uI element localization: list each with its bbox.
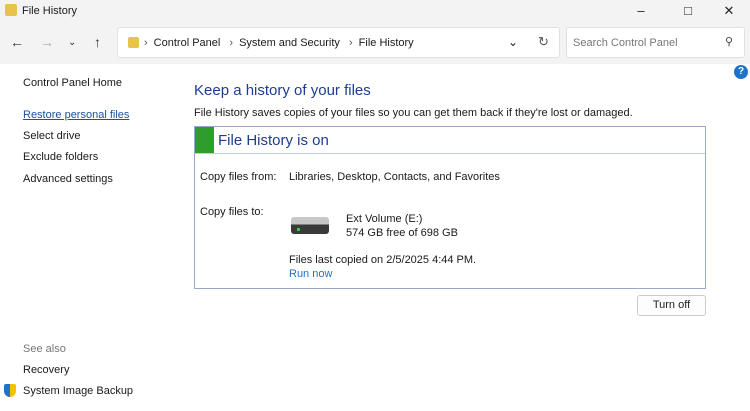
- recent-locations-chevron-icon[interactable]: ⌄: [68, 37, 76, 48]
- window-title: File History: [22, 5, 78, 17]
- title-bar: File History – □ ✕: [0, 0, 750, 22]
- status-indicator: [195, 127, 214, 153]
- close-button[interactable]: ✕: [706, 0, 750, 22]
- chevron-down-icon[interactable]: ⌄: [508, 35, 518, 49]
- sidebar-select-drive[interactable]: Select drive: [23, 130, 80, 142]
- search-placeholder: Search Control Panel: [573, 37, 678, 49]
- address-bar[interactable]: › Control Panel › System and Security › Fil…: [117, 27, 560, 58]
- see-also-label: See also: [23, 343, 66, 355]
- minimize-button[interactable]: –: [618, 0, 664, 22]
- sidebar-advanced-settings[interactable]: Advanced settings: [23, 173, 113, 185]
- breadcrumb-system-security[interactable]: System and Security: [239, 37, 340, 49]
- see-also-system-image-backup[interactable]: System Image Backup: [23, 385, 133, 397]
- help-icon[interactable]: ?: [734, 65, 748, 79]
- navigation-bar: ← → ⌄ ↑ › Control Panel › System and Secur…: [0, 22, 750, 64]
- up-icon[interactable]: ↑: [94, 34, 101, 50]
- breadcrumb-file-history[interactable]: File History: [359, 37, 414, 49]
- shield-icon: [4, 384, 16, 397]
- file-history-icon: [5, 4, 17, 16]
- search-input[interactable]: Search Control Panel ⚲: [566, 27, 745, 58]
- copy-from-value: Libraries, Desktop, Contacts, and Favori…: [289, 171, 500, 183]
- sidebar-restore-personal-files[interactable]: Restore personal files: [23, 109, 129, 121]
- turn-off-button[interactable]: Turn off: [637, 295, 706, 316]
- folder-icon: [128, 37, 139, 48]
- last-copied: Files last copied on 2/5/2025 4:44 PM.: [289, 254, 477, 266]
- status-title: File History is on: [218, 132, 329, 149]
- status-panel: File History is on Copy files from: Libr…: [194, 126, 706, 289]
- page-description: File History saves copies of your files …: [194, 107, 633, 119]
- sidebar-exclude-folders[interactable]: Exclude folders: [23, 151, 98, 163]
- drive-space: 574 GB free of 698 GB: [346, 227, 458, 239]
- drive-name: Ext Volume (E:): [346, 213, 423, 225]
- maximize-button[interactable]: □: [665, 0, 711, 22]
- search-icon[interactable]: ⚲: [725, 35, 733, 48]
- breadcrumb-control-panel[interactable]: Control Panel: [154, 37, 221, 49]
- sidebar-control-panel-home[interactable]: Control Panel Home: [23, 77, 122, 89]
- run-now-link[interactable]: Run now: [289, 268, 332, 280]
- forward-icon[interactable]: →: [40, 34, 54, 50]
- see-also-recovery[interactable]: Recovery: [23, 364, 69, 376]
- copy-to-label: Copy files to:: [200, 206, 264, 218]
- copy-from-label: Copy files from:: [200, 171, 277, 183]
- back-icon[interactable]: ←: [10, 34, 24, 50]
- refresh-icon[interactable]: ↻: [538, 34, 549, 50]
- drive-icon: [291, 217, 329, 234]
- breadcrumb: › Control Panel › System and Security › Fil…: [144, 37, 414, 49]
- page-title: Keep a history of your files: [194, 82, 371, 99]
